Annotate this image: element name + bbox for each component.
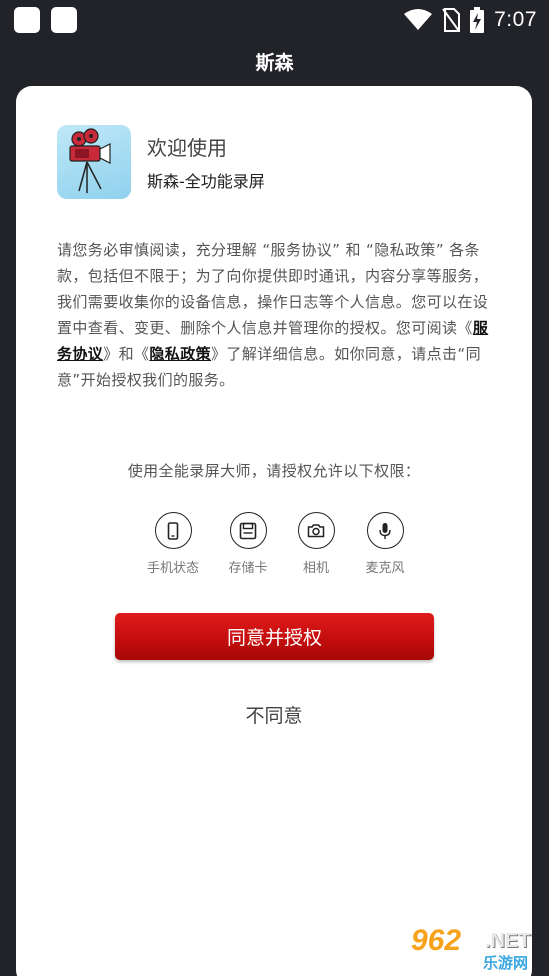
page-title: 斯森 bbox=[255, 52, 294, 74]
watermark-brand: 962 bbox=[411, 924, 462, 957]
phone-icon bbox=[154, 512, 192, 549]
sd-card-icon bbox=[229, 512, 267, 549]
permission-microphone: 麦克风 bbox=[350, 512, 420, 576]
app-logo-icon bbox=[57, 125, 131, 199]
battery-charging-icon bbox=[470, 7, 485, 33]
permission-storage: 存储卡 bbox=[213, 512, 283, 576]
permission-prompt: 使用全能录屏大师，请授权允许以下权限： bbox=[127, 462, 421, 480]
disagree-button[interactable]: 不同意 bbox=[16, 701, 532, 728]
no-sim-icon bbox=[442, 8, 461, 32]
microphone-icon bbox=[366, 512, 404, 549]
notice-text: 请您务必审慎阅读，充分理解 “服务协议” 和 “隐私政策” 各条款，包括但不限于… bbox=[57, 241, 489, 337]
site-watermark: 962 .NET 乐游网 bbox=[407, 924, 545, 972]
status-bar: 7:07 bbox=[0, 0, 549, 40]
permission-list: 手机状态 存储卡 相机 麦克风 bbox=[138, 512, 428, 582]
notification-square-icon bbox=[14, 7, 40, 33]
permission-label: 手机状态 bbox=[146, 561, 199, 576]
permission-label: 相机 bbox=[302, 561, 329, 576]
permission-label: 麦克风 bbox=[365, 561, 405, 576]
privacy-dialog: 欢迎使用 斯森-全功能录屏 请您务必审慎阅读，充分理解 “服务协议” 和 “隐私… bbox=[16, 86, 532, 976]
privacy-policy-link[interactable]: 隐私政策 bbox=[149, 345, 211, 363]
wifi-icon bbox=[404, 9, 433, 30]
watermark-sub: 乐游网 bbox=[483, 954, 529, 972]
camera-icon bbox=[297, 512, 335, 549]
notification-square-icon bbox=[51, 7, 77, 33]
permission-camera: 相机 bbox=[281, 512, 351, 576]
welcome-text: 欢迎使用 bbox=[147, 136, 227, 160]
app-name: 斯森-全功能录屏 bbox=[147, 172, 265, 191]
privacy-notice: 请您务必审慎阅读，充分理解 “服务协议” 和 “隐私政策” 各条款，包括但不限于… bbox=[57, 237, 495, 393]
agree-and-authorize-button[interactable]: 同意并授权 bbox=[115, 613, 434, 660]
permission-label: 存储卡 bbox=[228, 561, 268, 576]
notice-text: 》和《 bbox=[103, 345, 150, 363]
status-time: 7:07 bbox=[494, 8, 537, 31]
watermark-suffix: .NET bbox=[485, 930, 531, 952]
permission-phone-state: 手机状态 bbox=[138, 512, 208, 576]
